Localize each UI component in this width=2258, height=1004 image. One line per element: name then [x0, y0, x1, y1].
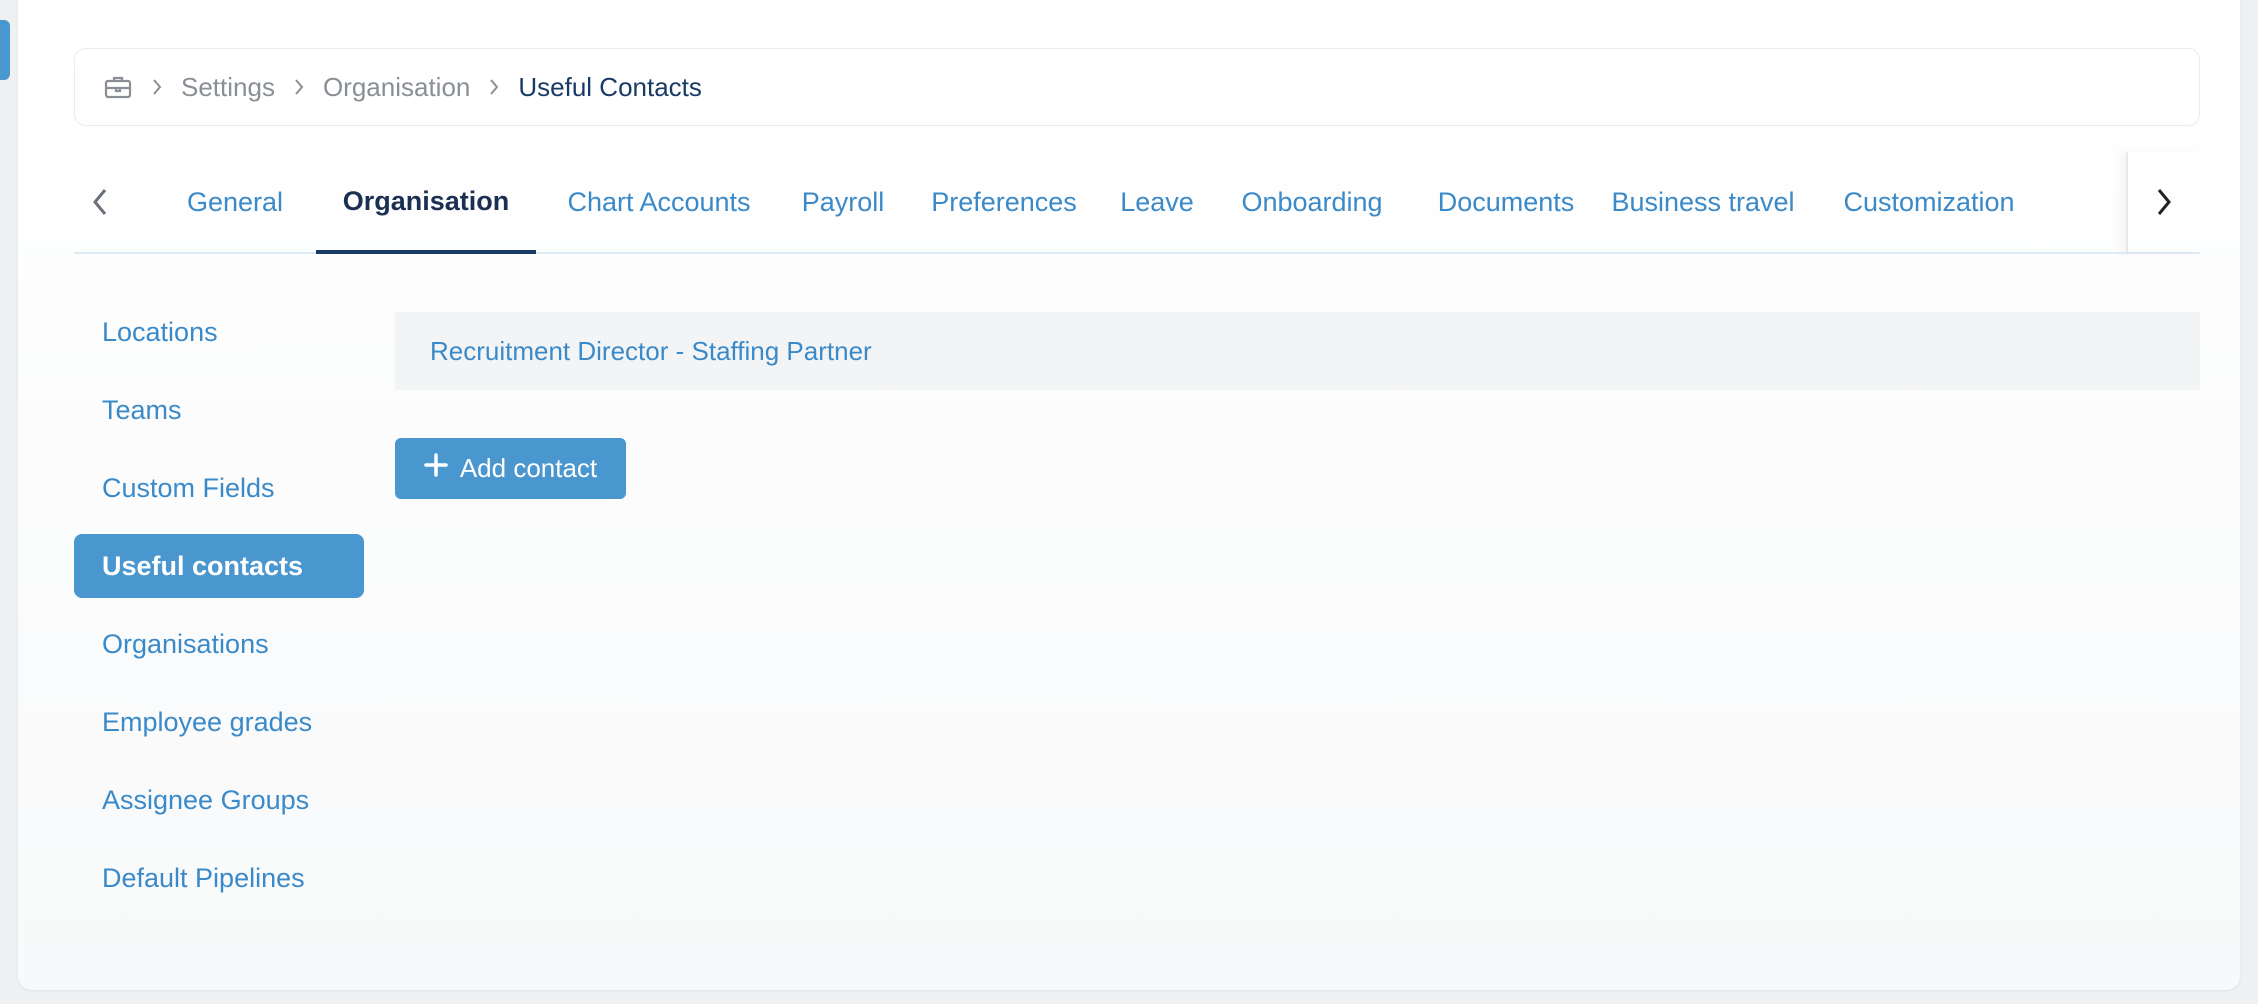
tab-chart-accounts[interactable]: Chart Accounts: [544, 152, 774, 252]
tab-preferences[interactable]: Preferences: [914, 152, 1094, 252]
tab-business-travel[interactable]: Business travel: [1610, 152, 1796, 252]
chevron-right-icon[interactable]: [2126, 152, 2200, 252]
chevron-right-icon: [151, 78, 163, 96]
briefcase-icon[interactable]: [103, 72, 133, 102]
sidebar-item-useful-contacts[interactable]: Useful contacts: [74, 534, 364, 598]
tab-customization[interactable]: Customization: [1836, 152, 2022, 252]
breadcrumb-settings[interactable]: Settings: [181, 72, 275, 103]
breadcrumb-current: Useful Contacts: [518, 71, 702, 102]
sidebar-item-employee-grades[interactable]: Employee grades: [74, 690, 364, 754]
plus-icon: [424, 453, 448, 484]
chevron-left-icon[interactable]: [74, 152, 126, 252]
tab-documents[interactable]: Documents: [1416, 152, 1596, 252]
side-panel-toggle[interactable]: [0, 20, 10, 80]
add-contact-button[interactable]: Add contact: [395, 438, 626, 499]
settings-tabs: General Organisation Chart Accounts Payr…: [74, 152, 2200, 254]
tab-organisation[interactable]: Organisation: [316, 152, 536, 254]
settings-card: Settings Organisation Useful Contacts Ge…: [18, 0, 2240, 990]
tab-leave[interactable]: Leave: [1112, 152, 1202, 252]
sidebar-item-locations[interactable]: Locations: [74, 300, 364, 364]
sidebar-item-assignee-groups[interactable]: Assignee Groups: [74, 768, 364, 832]
contact-row[interactable]: Recruitment Director - Staffing Partner: [395, 312, 2200, 390]
sidebar-item-default-pipelines[interactable]: Default Pipelines: [74, 846, 364, 910]
add-contact-label: Add contact: [459, 453, 598, 483]
chevron-right-icon: [293, 78, 305, 96]
tab-payroll[interactable]: Payroll: [788, 152, 898, 252]
breadcrumb-organisation[interactable]: Organisation: [323, 72, 470, 103]
tab-general[interactable]: General: [174, 152, 296, 252]
sidebar-item-organisations[interactable]: Organisations: [74, 612, 364, 676]
settings-sidebar: Locations Teams Custom Fields Useful con…: [74, 300, 364, 924]
tab-onboarding[interactable]: Onboarding: [1222, 152, 1402, 252]
sidebar-item-custom-fields[interactable]: Custom Fields: [74, 456, 364, 520]
breadcrumb: Settings Organisation Useful Contacts: [74, 48, 2200, 126]
chevron-right-icon: [488, 78, 500, 96]
sidebar-item-teams[interactable]: Teams: [74, 378, 364, 442]
